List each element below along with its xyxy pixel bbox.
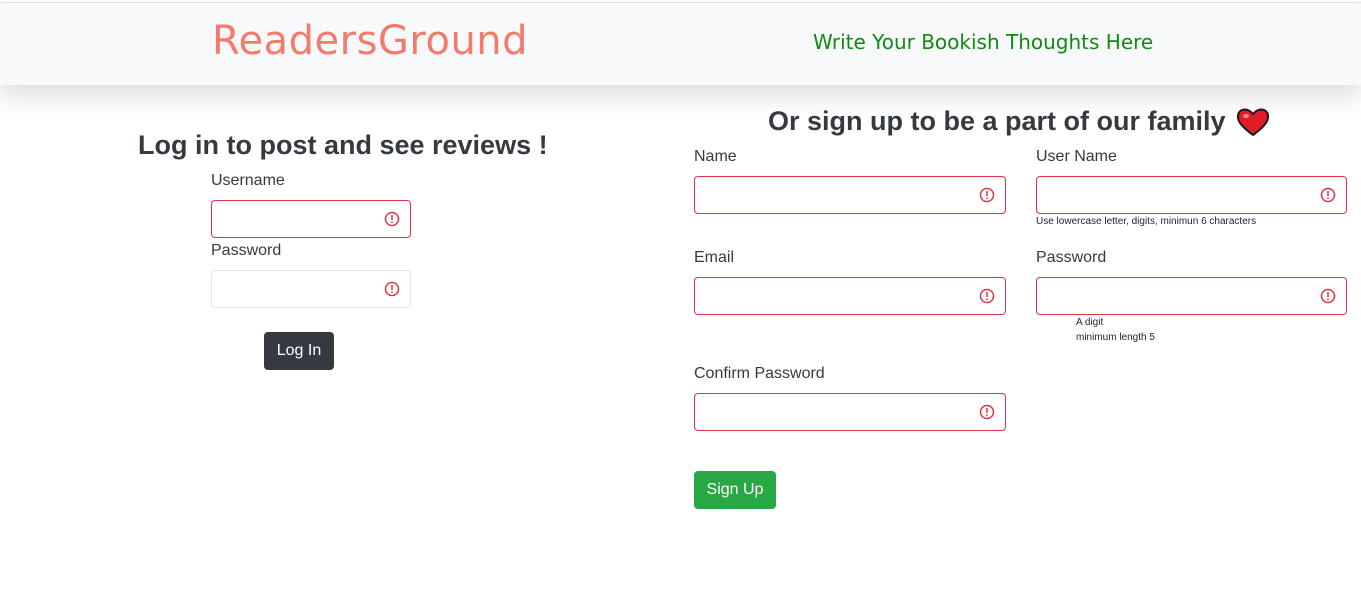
confirm-password-input[interactable] — [694, 393, 1006, 431]
exclamation-circle-icon — [979, 288, 995, 304]
heart-icon — [1236, 108, 1269, 136]
signup-title-text: Or sign up to be a part of our family — [768, 106, 1226, 136]
signup-username-input[interactable] — [1036, 176, 1347, 214]
signup-password-input[interactable] — [1036, 277, 1347, 315]
tagline: Write Your Bookish Thoughts Here — [813, 30, 1154, 54]
exclamation-circle-icon — [979, 187, 995, 203]
password-hint-digit: A digit — [1076, 317, 1104, 328]
signup-button[interactable]: Sign Up — [694, 471, 776, 509]
navbar: ReadersGround Write Your Bookish Thought… — [0, 3, 1361, 85]
login-username-input[interactable] — [211, 200, 411, 238]
signup-password-label: Password — [1036, 249, 1107, 266]
username-label: Username — [211, 172, 285, 189]
email-input[interactable] — [694, 277, 1006, 315]
brand-logo[interactable]: ReadersGround — [212, 18, 528, 64]
login-title: Log in to post and see reviews ! — [138, 130, 548, 160]
exclamation-circle-icon — [1320, 187, 1336, 203]
exclamation-circle-icon — [384, 211, 400, 227]
signup-title: Or sign up to be a part of our family — [768, 106, 1270, 137]
signup-username-label: User Name — [1036, 148, 1117, 165]
password-hint-length: minimum length 5 — [1076, 332, 1155, 343]
name-input[interactable] — [694, 176, 1006, 214]
exclamation-circle-icon — [979, 404, 995, 420]
username-hint: Use lowercase letter, digits, minimun 6 … — [1036, 216, 1257, 227]
email-label: Email — [694, 249, 735, 266]
password-label: Password — [211, 242, 282, 259]
login-button[interactable]: Log In — [264, 332, 334, 370]
exclamation-circle-icon — [384, 281, 400, 297]
name-label: Name — [694, 148, 737, 165]
exclamation-circle-icon — [1320, 288, 1336, 304]
confirm-password-label: Confirm Password — [694, 365, 825, 382]
login-password-input[interactable] — [211, 270, 411, 308]
